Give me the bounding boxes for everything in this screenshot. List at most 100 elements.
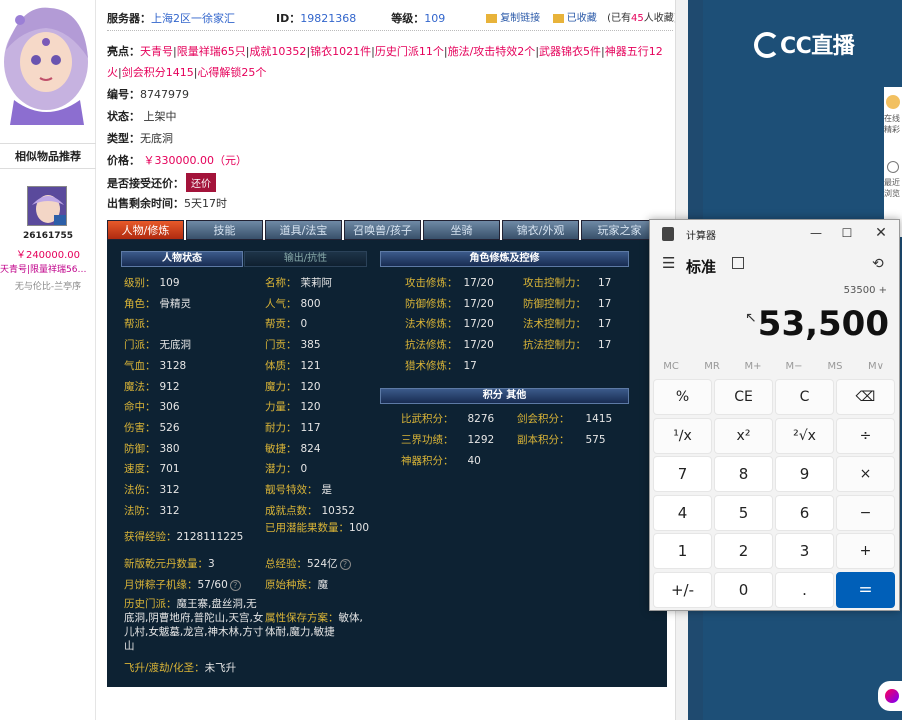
help-icon[interactable]: ?: [229, 580, 241, 591]
status-row: 状态： 上架中: [107, 108, 177, 124]
fav-count: 45: [631, 13, 644, 24]
stat-mid-label: 力量：: [265, 401, 297, 413]
calc-percent-button[interactable]: %: [653, 379, 712, 415]
keep-on-top-icon[interactable]: [732, 257, 744, 269]
stat-mid: 潜力： 0: [265, 461, 307, 476]
calc-6-button[interactable]: 6: [775, 494, 834, 531]
remaining-value: 5天17时: [184, 197, 227, 210]
stat-mid-value: 是: [321, 484, 333, 496]
stat-left: 帮派：: [124, 316, 160, 331]
stat-left-label: 命中：: [124, 401, 156, 413]
stat-mid: 人气： 800: [265, 296, 321, 311]
memory-button[interactable]: M+: [734, 361, 772, 372]
copy-link-button[interactable]: 复制链接: [500, 13, 540, 24]
calc-7-button[interactable]: 7: [653, 456, 712, 492]
tab-3[interactable]: 召唤兽/孩子: [344, 220, 421, 240]
stat-left-label: 气血：: [124, 360, 156, 372]
calc-multiply-button[interactable]: ×: [836, 456, 895, 492]
calc-clear-entry-button[interactable]: CE: [714, 379, 773, 415]
clock-icon: [887, 161, 899, 173]
calc-9-button[interactable]: 9: [775, 456, 834, 492]
similar-item-server: 无与伦比-兰亭序: [14, 282, 82, 292]
minimize-button[interactable]: —: [805, 223, 827, 243]
tab-1[interactable]: 技能: [186, 220, 263, 240]
calc-5-button[interactable]: 5: [714, 494, 773, 531]
side-text-4: 浏览: [884, 189, 900, 198]
calc-reciprocal-button[interactable]: ¹∕x: [653, 417, 712, 454]
stat-mid-label: 耐力：: [265, 422, 297, 434]
calc-equals-button[interactable]: =: [836, 571, 895, 608]
stat-left-value: 306: [159, 401, 180, 413]
stat-left-label: 法防：: [124, 505, 156, 517]
tab-2[interactable]: 道具/法宝: [265, 220, 342, 240]
stat-left-label: 角色：: [124, 298, 156, 310]
stat-left-value: 312: [159, 505, 180, 517]
memory-button[interactable]: M−: [775, 361, 813, 372]
close-button[interactable]: ✕: [870, 223, 892, 243]
section-output-resist[interactable]: 输出/抗性: [244, 251, 367, 267]
menu-icon[interactable]: ☰: [662, 256, 675, 271]
tab-4[interactable]: 坐骑: [423, 220, 500, 240]
calc-divide-button[interactable]: ÷: [836, 417, 895, 454]
maximize-button[interactable]: ☐: [836, 223, 858, 243]
calculator-display: 53,500: [757, 304, 889, 344]
similar-item-thumbnail[interactable]: [27, 186, 67, 226]
number-label: 编号：: [107, 88, 140, 101]
bargain-button[interactable]: 还价: [186, 173, 216, 192]
calc-negate-button[interactable]: +/-: [653, 571, 712, 608]
floating-chat-button[interactable]: [878, 681, 902, 711]
calc-decimal-button[interactable]: .: [775, 571, 834, 608]
memory-button[interactable]: MR: [693, 361, 731, 372]
calc-square-button[interactable]: x²: [714, 417, 773, 454]
tab-6[interactable]: 玩家之家: [581, 220, 658, 240]
calc-plus-button[interactable]: +: [836, 533, 895, 569]
price-value: ￥330000.00（元）: [143, 154, 248, 167]
highlight-tag: 历史门派11个: [374, 45, 444, 58]
history-icon[interactable]: ⟲: [872, 256, 884, 272]
calc-sqrt-button[interactable]: ²√x: [775, 417, 834, 454]
cc-live-logo: CC直播: [754, 28, 855, 60]
type-label: 类型：: [107, 132, 140, 145]
stat-mid-label: 魔力：: [265, 381, 297, 393]
calc-minus-button[interactable]: −: [836, 494, 895, 531]
help-icon[interactable]: ?: [339, 559, 351, 570]
calc-clear-button[interactable]: C: [775, 379, 834, 415]
memory-button[interactable]: MC: [652, 361, 690, 372]
race-label: 原始种族：: [265, 579, 318, 591]
stat-left-label: 法伤：: [124, 484, 156, 496]
level-value: 109: [424, 12, 446, 25]
calc-2-button[interactable]: 2: [714, 533, 773, 569]
memory-button[interactable]: MS: [816, 361, 854, 372]
calc-3-button[interactable]: 3: [775, 533, 834, 569]
used-potion-value: 100: [349, 522, 370, 534]
favorited-button[interactable]: 已收藏: [567, 13, 597, 24]
calc-4-button[interactable]: 4: [653, 494, 712, 531]
calc-8-button[interactable]: 8: [714, 456, 773, 492]
chat-icon: [885, 689, 899, 703]
calculator-window: 计算器 — ☐ ✕ ☰ 标准 ⟲ 53500 + 53,500 ↖ MC MR M+…: [649, 219, 900, 611]
memory-button[interactable]: M∨: [857, 361, 895, 372]
side-card[interactable]: 在线 精彩 最近 浏览: [884, 87, 902, 237]
stat-left-value: 701: [159, 463, 180, 475]
stat-mid-value: 120: [300, 381, 321, 393]
calc-0-button[interactable]: 0: [714, 571, 773, 608]
score: 比武积分： 8276: [401, 411, 494, 426]
cultivation-value: 17: [463, 360, 477, 372]
tab-5[interactable]: 锦衣/外观: [502, 220, 579, 240]
stat-left: 魔法： 912: [124, 379, 180, 394]
control-value: 17: [598, 318, 612, 330]
stat-left: 速度： 701: [124, 461, 180, 476]
control: 法术控制力： 17: [523, 316, 611, 331]
stat-mid-label: 名称：: [265, 277, 297, 289]
stat-left-value: 109: [159, 277, 180, 289]
score2: 剑会积分： 1415: [517, 411, 612, 426]
tab-0[interactable]: 人物/修炼: [107, 220, 184, 240]
detail-tabs: 人物/修炼 技能 道具/法宝 召唤兽/孩子 坐骑 锦衣/外观 玩家之家: [107, 220, 667, 240]
stat-mid: 敏捷： 824: [265, 441, 321, 456]
calc-backspace-button[interactable]: ⌫: [836, 379, 895, 415]
remaining-label: 出售剩余时间：: [107, 197, 184, 210]
score-value: 1292: [467, 434, 495, 446]
stat-mid: 靓号特效：是: [265, 482, 332, 497]
calc-1-button[interactable]: 1: [653, 533, 712, 569]
control-label: 法术控制力：: [523, 318, 586, 330]
